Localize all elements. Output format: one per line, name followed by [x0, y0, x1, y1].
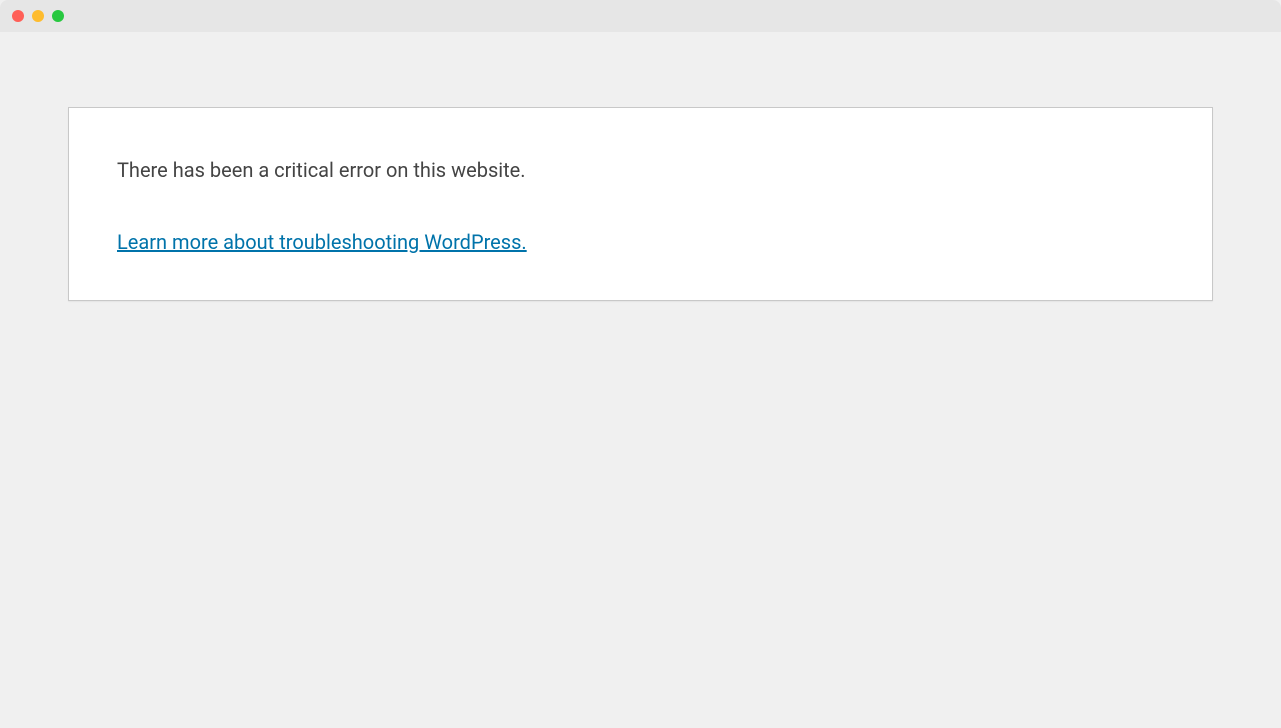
maximize-window-button[interactable] — [52, 10, 64, 22]
error-message-text: There has been a critical error on this … — [117, 156, 1164, 184]
page-content: There has been a critical error on this … — [0, 32, 1281, 301]
close-window-button[interactable] — [12, 10, 24, 22]
window-titlebar — [0, 0, 1281, 32]
minimize-window-button[interactable] — [32, 10, 44, 22]
error-container: There has been a critical error on this … — [68, 107, 1213, 301]
troubleshooting-link[interactable]: Learn more about troubleshooting WordPre… — [117, 230, 527, 254]
